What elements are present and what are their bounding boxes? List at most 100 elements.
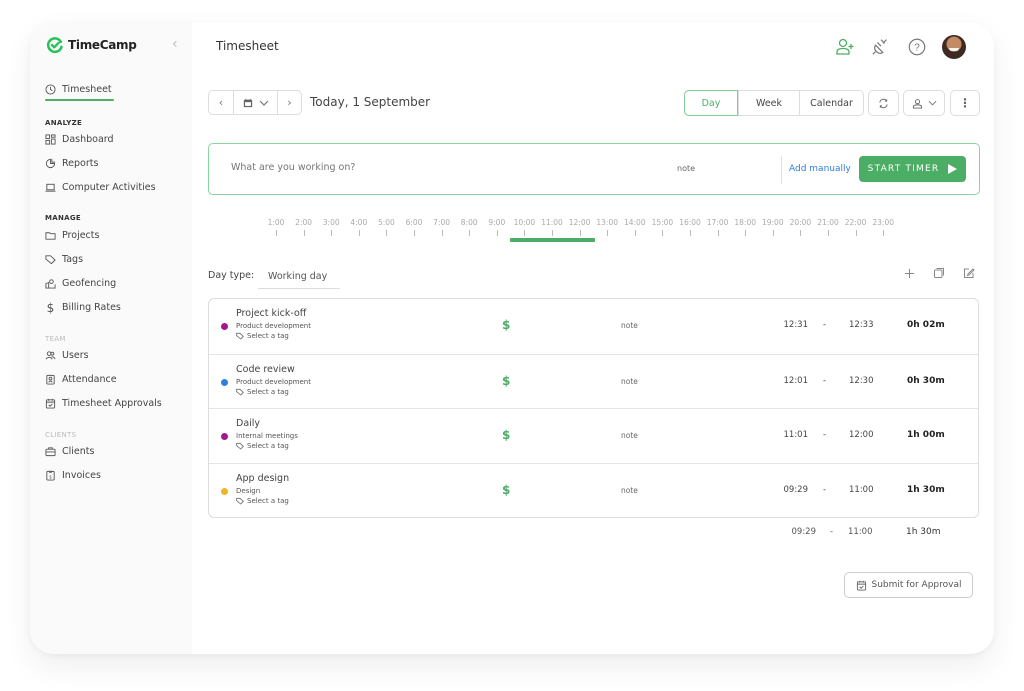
select-tag-button[interactable]: Select a tag: [236, 442, 289, 450]
sidebar-item-dashboard[interactable]: Dashboard: [45, 134, 114, 145]
sidebar-item-clients[interactable]: Clients: [45, 446, 94, 457]
billable-toggle-icon[interactable]: $: [502, 428, 510, 442]
table-row[interactable]: Code review Product development Select a t…: [209, 353, 978, 409]
sidebar-item-billing-rates[interactable]: $ Billing Rates: [45, 301, 121, 315]
billable-toggle-icon[interactable]: $: [502, 483, 510, 497]
entry-start-time[interactable]: 09:29: [784, 485, 809, 495]
sidebar-item-label: Billing Rates: [62, 302, 121, 313]
select-tag-button[interactable]: Select a tag: [236, 497, 289, 505]
table-row[interactable]: Project kick-off Product development Selec…: [209, 299, 978, 354]
copy-entries-button[interactable]: [932, 266, 946, 280]
add-manually-link[interactable]: Add manually: [789, 164, 851, 174]
timeline-hour-label: 14:00: [621, 218, 649, 236]
refresh-button[interactable]: [868, 90, 899, 116]
tag-label: Select a tag: [247, 496, 289, 505]
billable-toggle-icon[interactable]: $: [502, 318, 510, 332]
start-timer-button[interactable]: START TIMER: [859, 156, 966, 182]
collapse-sidebar-button[interactable]: ‹: [172, 36, 178, 52]
tab-calendar[interactable]: Calendar: [799, 91, 863, 115]
user-filter-button[interactable]: [903, 90, 945, 116]
entry-note[interactable]: note: [621, 321, 638, 330]
laptop-icon: [45, 182, 56, 193]
entry-start-time[interactable]: 11:01: [784, 430, 809, 440]
billable-toggle-icon[interactable]: $: [502, 374, 510, 388]
help-icon[interactable]: ?: [906, 36, 928, 58]
tab-day[interactable]: Day: [684, 90, 738, 116]
timeline-hour-label: 4:00: [345, 218, 373, 236]
current-date: Today, 1 September: [310, 95, 431, 109]
sidebar: TimeCamp ‹ Timesheet ANALYZE Dashboard R…: [30, 22, 192, 654]
entry-title[interactable]: App design: [236, 473, 289, 484]
select-tag-button[interactable]: Select a tag: [236, 388, 289, 396]
entry-note[interactable]: note: [621, 486, 638, 495]
task-input[interactable]: [231, 162, 611, 173]
sidebar-item-timesheet[interactable]: Timesheet: [45, 84, 114, 101]
logo[interactable]: TimeCamp: [46, 36, 137, 54]
more-options-button[interactable]: ⋮: [950, 90, 980, 116]
entry-project[interactable]: Product development: [236, 322, 311, 330]
previous-day-button[interactable]: ‹: [209, 91, 233, 114]
entry-note[interactable]: note: [621, 377, 638, 386]
entry-start-time[interactable]: 12:01: [784, 376, 809, 386]
entry-project[interactable]: Design: [236, 487, 260, 495]
sidebar-item-geofencing[interactable]: Geofencing: [45, 278, 116, 289]
entry-title[interactable]: Daily: [236, 418, 260, 429]
submit-for-approval-button[interactable]: Submit for Approval: [844, 572, 973, 598]
sidebar-item-label: Projects: [62, 230, 100, 241]
timeline-hour-label: 8:00: [455, 218, 483, 236]
entry-tools: [902, 266, 976, 280]
entry-note[interactable]: note: [621, 431, 638, 440]
view-tabs: Day Week Calendar: [684, 90, 864, 116]
sidebar-item-label: Computer Activities: [62, 182, 156, 193]
sidebar-item-attendance[interactable]: Attendance: [45, 374, 117, 385]
entry-project[interactable]: Internal meetings: [236, 432, 298, 440]
entry-title[interactable]: Code review: [236, 364, 295, 375]
select-tag-button[interactable]: Select a tag: [236, 332, 289, 340]
entry-duration[interactable]: 1h 00m: [907, 430, 945, 440]
sidebar-item-projects[interactable]: Projects: [45, 230, 99, 241]
entry-duration[interactable]: 0h 30m: [907, 376, 945, 386]
entry-start-time[interactable]: 12:31: [784, 320, 809, 330]
sidebar-item-label: Users: [62, 350, 89, 361]
entry-duration[interactable]: 0h 02m: [907, 320, 945, 330]
dashboard-icon: [45, 134, 56, 145]
sidebar-item-invoices[interactable]: $ Invoices: [45, 470, 101, 481]
tag-label: Select a tag: [247, 332, 289, 340]
day-timeline: 1:00 2:00 3:00 4:00 5:00 6:00 7:00 8:00 9:00 10:0…: [268, 218, 916, 248]
entry-duration[interactable]: 1h 30m: [907, 485, 945, 495]
avatar[interactable]: [942, 35, 966, 59]
sidebar-item-tags[interactable]: Tags: [45, 254, 83, 265]
timeline-hour-label: 3:00: [317, 218, 345, 236]
entry-end-time[interactable]: 12:30: [849, 376, 874, 386]
timer-bar: note Add manually START TIMER: [208, 143, 980, 195]
sidebar-item-computer-activities[interactable]: Computer Activities: [45, 182, 156, 193]
timeline-hour-label: 1:00: [262, 218, 290, 236]
entry-project[interactable]: Product development: [236, 378, 311, 386]
briefcase-icon: [45, 446, 56, 457]
add-user-icon[interactable]: [834, 36, 856, 58]
table-row[interactable]: App design Design Select a tag $ note 09:29 - 1…: [209, 462, 978, 518]
add-entry-button[interactable]: [902, 266, 916, 280]
sidebar-item-reports[interactable]: Reports: [45, 158, 98, 169]
calendar-picker-button[interactable]: [233, 91, 277, 114]
plug-icon[interactable]: [870, 36, 892, 58]
entry-end-time[interactable]: 11:00: [849, 485, 874, 495]
entry-end-time[interactable]: 12:00: [849, 430, 874, 440]
tab-week[interactable]: Week: [738, 91, 799, 115]
chevron-right-icon: ›: [287, 96, 292, 109]
sidebar-item-label: Geofencing: [62, 278, 117, 289]
plus-icon: [904, 268, 914, 278]
time-separator: -: [823, 375, 827, 386]
sidebar-item-timesheet-approvals[interactable]: Timesheet Approvals: [45, 398, 162, 409]
section-label-clients: CLIENTS: [45, 431, 77, 439]
note-field[interactable]: note: [677, 164, 695, 173]
edit-entries-button[interactable]: [962, 266, 976, 280]
entry-title[interactable]: Project kick-off: [236, 308, 306, 319]
sidebar-item-users[interactable]: Users: [45, 350, 89, 361]
entry-end-time[interactable]: 12:33: [849, 320, 874, 330]
next-day-button[interactable]: ›: [277, 91, 301, 114]
table-row[interactable]: Daily Internal meetings Select a tag $ note 1…: [209, 408, 978, 463]
day-type-select[interactable]: Working day: [258, 264, 340, 289]
day-type-label: Day type:: [208, 270, 255, 281]
map-icon: [45, 278, 56, 289]
